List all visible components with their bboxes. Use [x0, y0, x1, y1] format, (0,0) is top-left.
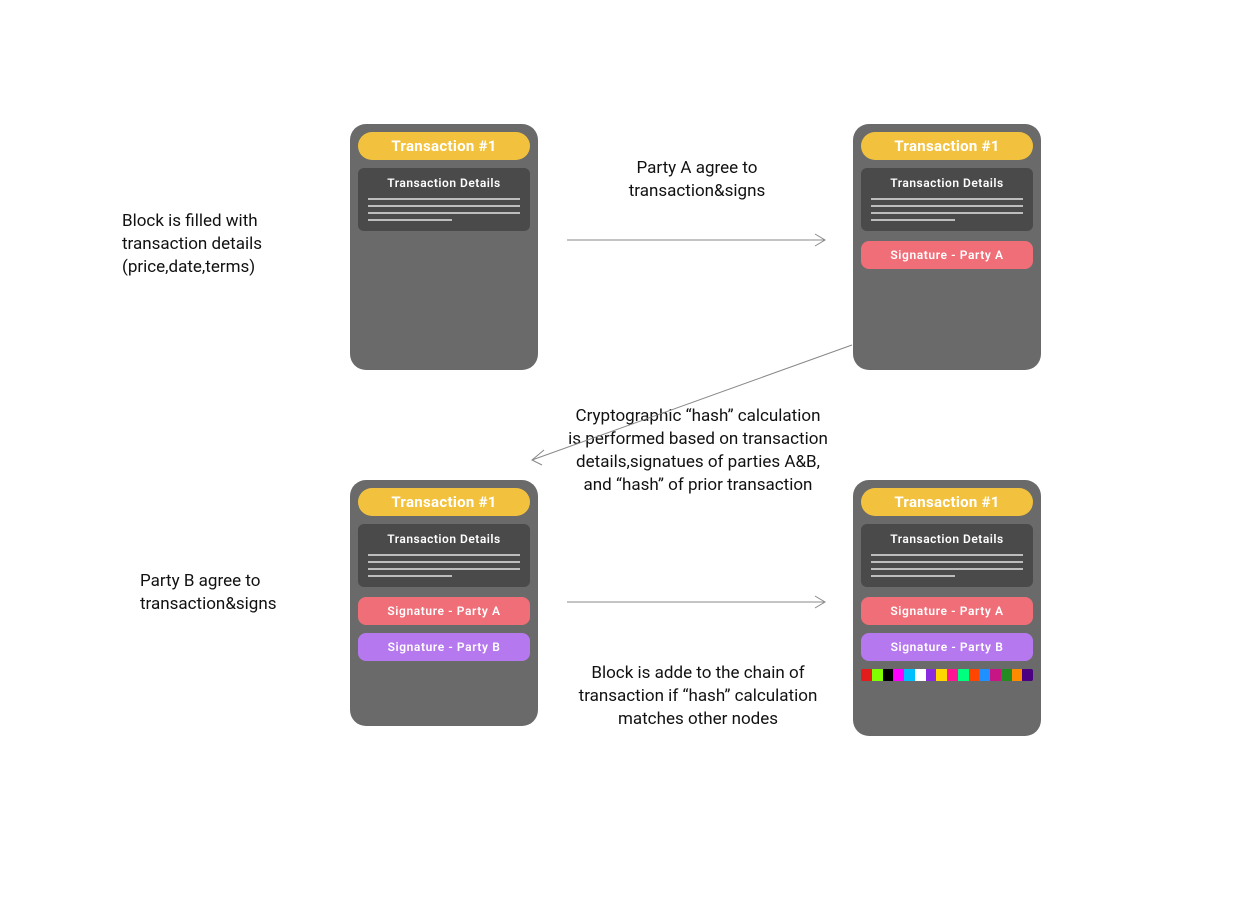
block-step-2: Transaction #1 Transaction Details Signa…: [853, 124, 1041, 370]
block-details: Transaction Details: [861, 168, 1033, 231]
block-details: Transaction Details: [358, 524, 530, 587]
block-header: Transaction #1: [861, 132, 1033, 160]
caption-step-5: Block is adde to the chain of transactio…: [573, 662, 823, 731]
block-step-4: Transaction #1 Transaction Details Signa…: [853, 480, 1041, 736]
signature-party-b: Signature - Party B: [861, 633, 1033, 661]
arrow-step-3-to-4: [567, 592, 837, 612]
caption-step-3: Party B agree to transaction&signs: [140, 570, 340, 616]
block-details-title: Transaction Details: [368, 176, 520, 190]
block-header: Transaction #1: [861, 488, 1033, 516]
block-step-1: Transaction #1 Transaction Details: [350, 124, 538, 370]
caption-step-2: Party A agree to transaction&signs: [567, 157, 827, 203]
details-lines: [871, 198, 1023, 221]
signature-party-a: Signature - Party A: [861, 241, 1033, 269]
block-details-title: Transaction Details: [871, 532, 1023, 546]
signature-party-a: Signature - Party A: [358, 597, 530, 625]
caption-step-1: Block is filled with transaction details…: [122, 210, 342, 279]
details-lines: [368, 198, 520, 221]
diagram-stage: Transaction #1 Transaction Details Trans…: [0, 0, 1258, 906]
block-details: Transaction Details: [358, 168, 530, 231]
hash-colorbar: [861, 669, 1033, 681]
block-header: Transaction #1: [358, 488, 530, 516]
signature-party-b: Signature - Party B: [358, 633, 530, 661]
arrow-step-2-to-3: [522, 345, 862, 475]
details-lines: [368, 554, 520, 577]
block-details-title: Transaction Details: [871, 176, 1023, 190]
block-details-title: Transaction Details: [368, 532, 520, 546]
details-lines: [871, 554, 1023, 577]
block-details: Transaction Details: [861, 524, 1033, 587]
arrow-step-1-to-2: [567, 230, 837, 250]
block-step-3: Transaction #1 Transaction Details Signa…: [350, 480, 538, 726]
signature-party-a: Signature - Party A: [861, 597, 1033, 625]
block-header: Transaction #1: [358, 132, 530, 160]
